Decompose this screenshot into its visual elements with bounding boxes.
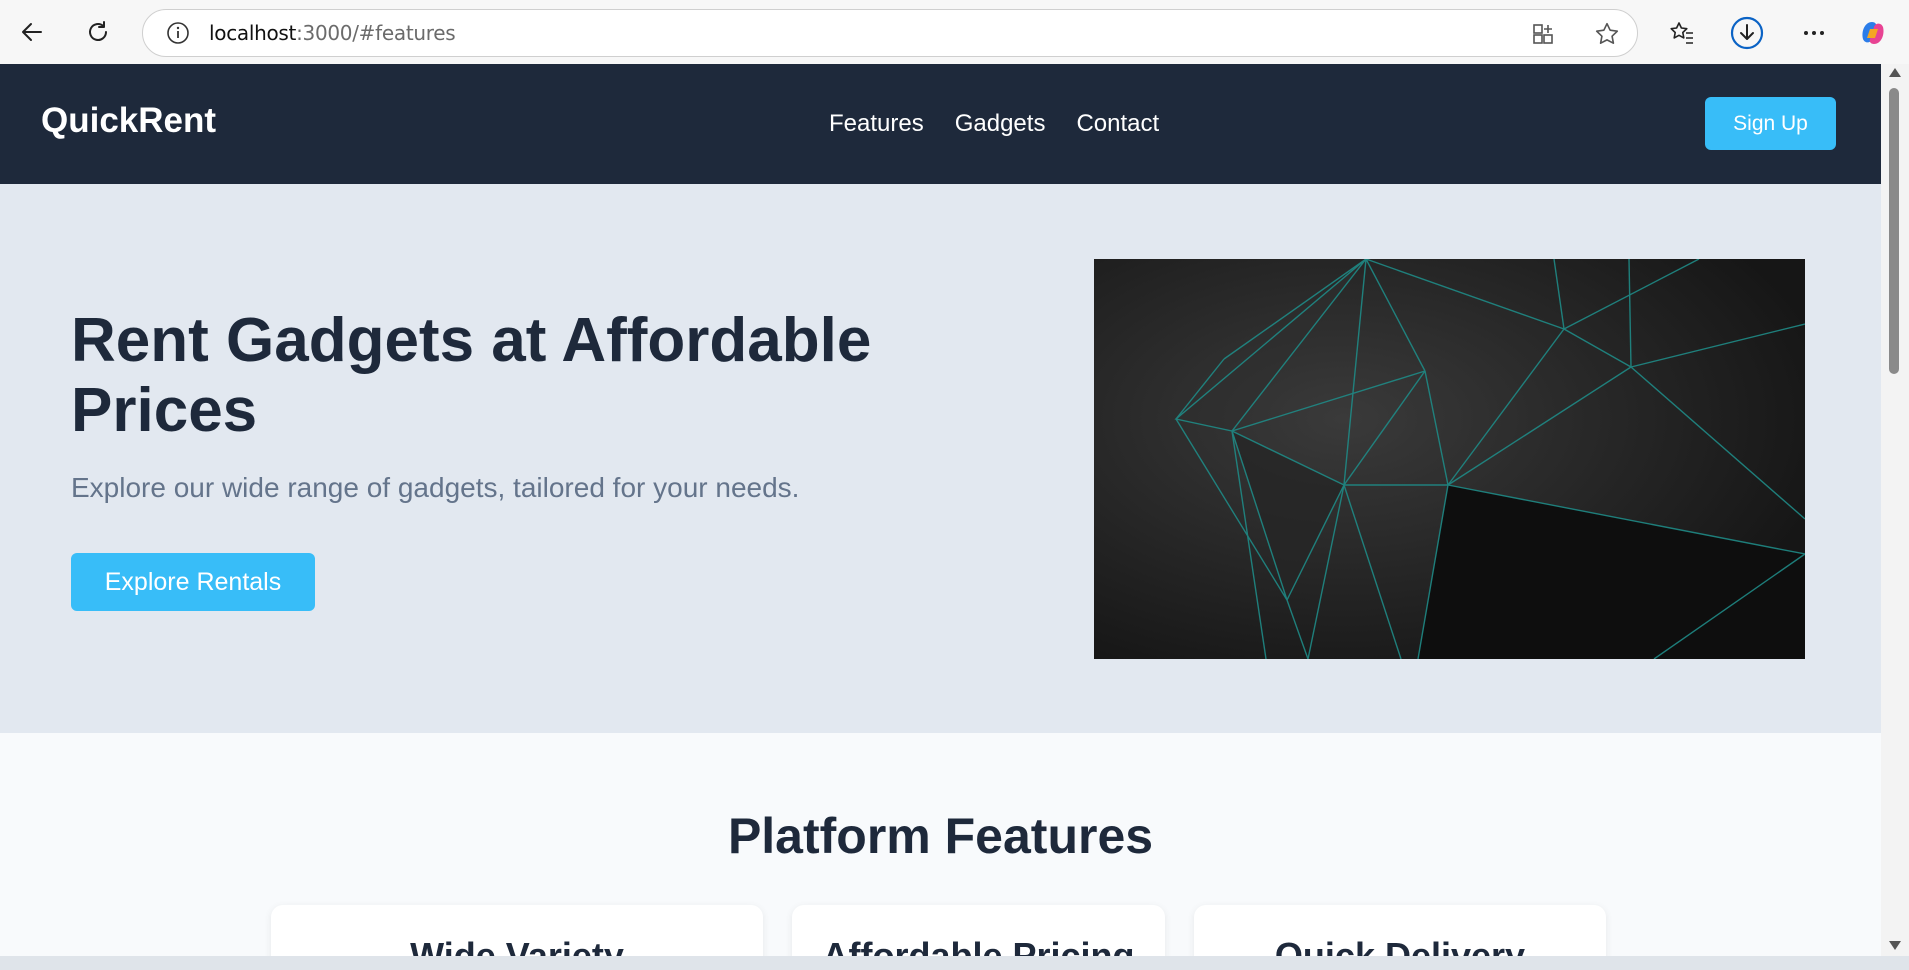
hero-image	[1094, 259, 1805, 659]
page-viewport: QuickRent Features Gadgets Contact Sign …	[0, 64, 1881, 956]
nav-link-features[interactable]: Features	[829, 110, 924, 138]
address-bar[interactable]: localhost:3000/#features	[142, 9, 1638, 57]
feature-card-title: Affordable Pricing	[822, 935, 1135, 956]
features-section: Platform Features Wide Variety Affordabl…	[0, 733, 1881, 956]
copilot-icon[interactable]	[1856, 16, 1890, 50]
back-arrow-icon[interactable]	[14, 14, 50, 50]
favorite-star-icon[interactable]	[1593, 20, 1621, 48]
hero-subtitle: Explore our wide range of gadgets, tailo…	[71, 472, 800, 503]
site-info-icon[interactable]	[165, 20, 191, 46]
browser-toolbar: localhost:3000/#features	[0, 0, 1909, 64]
nav-link-gadgets[interactable]: Gadgets	[955, 110, 1046, 138]
favorites-icon[interactable]	[1665, 16, 1699, 50]
feature-card: Wide Variety	[271, 905, 763, 956]
download-icon[interactable]	[1730, 16, 1764, 50]
more-options-icon[interactable]	[1797, 16, 1831, 50]
features-title: Platform Features	[727, 808, 1154, 864]
hero-title: Rent Gadgets at Affordable Prices	[71, 306, 872, 445]
scroll-down-arrow-icon[interactable]	[1889, 941, 1901, 950]
url-path: :3000/#features	[296, 21, 456, 45]
app-available-icon[interactable]	[1529, 20, 1557, 48]
feature-card: Affordable Pricing	[792, 905, 1165, 956]
feature-card-title: Wide Variety	[410, 935, 624, 956]
hero-section: Rent Gadgets at Affordable Prices Explor…	[0, 184, 1881, 733]
scroll-up-arrow-icon[interactable]	[1889, 68, 1901, 77]
nav-link-contact[interactable]: Contact	[1076, 110, 1159, 138]
url-host: localhost	[209, 21, 297, 45]
address-bar-actions	[1529, 20, 1621, 48]
explore-rentals-button[interactable]: Explore Rentals	[71, 553, 315, 611]
scroll-thumb[interactable]	[1889, 88, 1899, 374]
feature-card-title: Quick Delivery	[1274, 935, 1526, 956]
site-header: QuickRent Features Gadgets Contact Sign …	[0, 64, 1881, 184]
reload-icon[interactable]	[80, 14, 116, 50]
url-text: localhost:3000/#features	[209, 21, 456, 45]
window-bottom-edge	[0, 956, 1909, 970]
vertical-scrollbar[interactable]	[1881, 64, 1909, 956]
feature-card: Quick Delivery	[1194, 905, 1606, 956]
site-logo[interactable]: QuickRent	[41, 101, 216, 141]
main-nav: Features Gadgets Contact	[829, 110, 1159, 138]
sign-up-button[interactable]: Sign Up	[1705, 97, 1836, 150]
